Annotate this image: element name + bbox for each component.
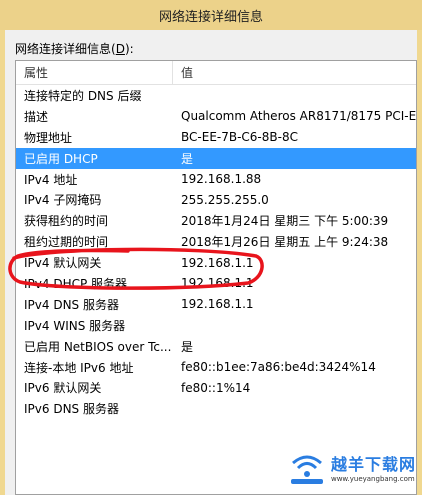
value-cell: Qualcomm Atheros AR8171/8175 PCI-E	[181, 109, 416, 124]
details-group-label: 网络连接详细信息(D):	[15, 42, 134, 56]
property-cell: IPv6 默认网关	[24, 381, 102, 396]
value-cell: 192.168.1.1	[181, 276, 254, 291]
value-cell: BC-EE-7B-C6-8B-8C	[181, 130, 298, 145]
site-watermark: 越羊下载网 www.yueyangbang.com	[262, 439, 422, 495]
property-cell: 描述	[24, 109, 49, 124]
property-cell: IPv6 DNS 服务器	[24, 402, 119, 417]
table-row[interactable]: IPv4 地址 192.168.1.88	[16, 169, 416, 190]
table-row[interactable]: IPv4 子网掩码 255.255.255.0	[16, 189, 416, 210]
window-title: 网络连接详细信息	[158, 9, 263, 25]
value-cell: 是	[181, 151, 194, 166]
wifi-logo-icon	[290, 455, 323, 484]
value-cell: fe80::1%14	[181, 380, 251, 395]
table-row[interactable]: 连接-本地 IPv6 地址 fe80::b1ee:7a86:be4d:3424%1…	[16, 357, 416, 378]
column-header-value[interactable]: 值	[173, 61, 416, 85]
table-row[interactable]: IPv4 DHCP 服务器 192.168.1.1	[16, 273, 416, 294]
table-row[interactable]: 租约过期的时间 2018年1月26日 星期五 上午 9:24:38	[16, 231, 416, 252]
table-row[interactable]: IPv6 默认网关 fe80::1%14	[16, 377, 416, 398]
list-header: 属性 值	[16, 61, 416, 85]
table-row[interactable]: IPv4 DNS 服务器 192.168.1.1	[16, 294, 416, 315]
property-cell: 已启用 DHCP	[24, 151, 98, 166]
details-list-view[interactable]: 属性 值 连接特定的 DNS 后缀 描述 Qualcomm Atheros AR81…	[15, 60, 417, 495]
value-cell: 192.168.1.88	[181, 172, 262, 186]
value-cell: 2018年1月24日 星期三 下午 5:00:39	[181, 214, 389, 229]
property-cell: 租约过期的时间	[24, 235, 109, 250]
list-rows: 连接特定的 DNS 后缀 描述 Qualcomm Atheros AR8171/81…	[16, 85, 416, 419]
property-cell: IPv4 DHCP 服务器	[24, 276, 128, 291]
property-cell: IPv4 默认网关	[24, 256, 102, 271]
table-row[interactable]: 连接特定的 DNS 后缀	[16, 85, 416, 106]
property-cell: 获得租约的时间	[24, 214, 109, 229]
value-cell: 是	[181, 339, 194, 354]
table-row[interactable]: IPv4 默认网关 192.168.1.1	[16, 252, 416, 273]
property-cell: 连接特定的 DNS 后缀	[24, 88, 142, 103]
column-header-property[interactable]: 属性	[16, 61, 173, 85]
watermark-url: www.yueyangbang.com	[330, 475, 415, 483]
property-cell: 已启用 NetBIOS over Tc...	[24, 339, 172, 354]
value-cell: 255.255.255.0	[181, 192, 269, 207]
value-cell: 2018年1月26日 星期五 上午 9:24:38	[181, 235, 389, 250]
property-cell: IPv4 子网掩码	[24, 193, 102, 208]
title-bar[interactable]: 网络连接详细信息	[0, 0, 422, 30]
value-cell: fe80::b1ee:7a86:be4d:3424%14	[181, 360, 376, 375]
watermark-title: 越羊下载网	[330, 455, 416, 474]
value-cell: 192.168.1.1	[181, 297, 254, 312]
property-cell: IPv4 地址	[24, 172, 78, 187]
table-row[interactable]: 已启用 NetBIOS over Tc... 是	[16, 336, 416, 357]
table-row[interactable]: 描述 Qualcomm Atheros AR8171/8175 PCI-E	[16, 106, 416, 127]
dialog-client-area: 网络连接详细信息(D): 属性 值 连接特定的 DNS 后缀 描述 Qualcomm…	[5, 30, 417, 495]
table-row[interactable]: 已启用 DHCP 是	[16, 147, 416, 169]
table-row[interactable]: IPv4 WINS 服务器	[16, 315, 416, 336]
property-cell: 连接-本地 IPv6 地址	[24, 360, 134, 375]
table-row[interactable]: 获得租约的时间 2018年1月24日 星期三 下午 5:00:39	[16, 210, 416, 231]
property-cell: IPv4 WINS 服务器	[24, 318, 126, 333]
property-cell: 物理地址	[24, 130, 73, 145]
table-row[interactable]: IPv6 DNS 服务器	[16, 398, 416, 419]
value-cell: 192.168.1.1	[181, 255, 254, 270]
property-cell: IPv4 DNS 服务器	[24, 297, 119, 312]
table-row[interactable]: 物理地址 BC-EE-7B-C6-8B-8C	[16, 127, 416, 148]
